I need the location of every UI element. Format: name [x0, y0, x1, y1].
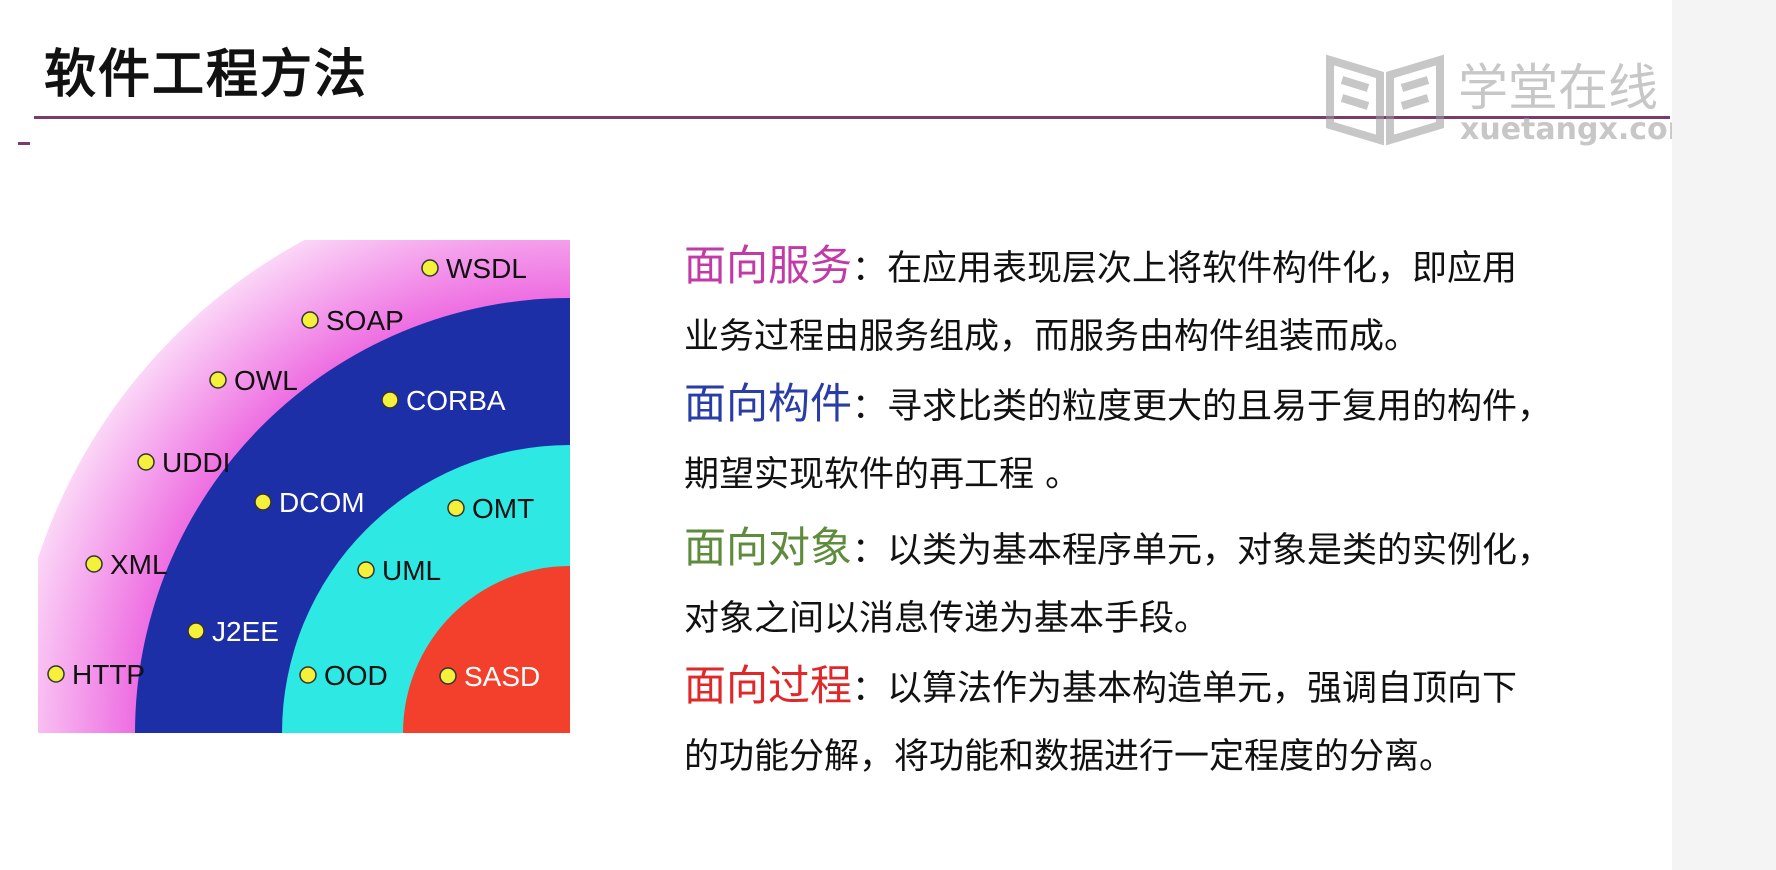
method-service-line1: ：在应用表现层次上将软件构件化，即应用: [852, 249, 1518, 289]
method-component-line2: 期望实现软件的再工程 。: [684, 455, 1081, 495]
method-component-line1: ：寻求比类的粒度更大的且易于复用的构件，: [852, 387, 1553, 427]
bullet-uddi: [137, 453, 155, 471]
label-omt: OMT: [472, 493, 534, 524]
method-process: 面向过程：以算法作为基本构造单元，强调自顶向下 的功能分解，将功能和数据进行一定…: [684, 652, 1674, 791]
method-component: 面向构件：寻求比类的粒度更大的且易于复用的构件， 期望实现软件的再工程 。: [684, 370, 1674, 509]
bullet-omt: [447, 499, 465, 517]
label-wsdl: WSDL: [446, 253, 527, 284]
bullet-sasd: [439, 667, 457, 685]
logo-url: xuetangx.com: [1460, 112, 1672, 147]
diagram-baseline: [38, 733, 650, 737]
bullet-uml: [357, 561, 375, 579]
method-process-line2: 的功能分解，将功能和数据进行一定程度的分离。: [684, 737, 1455, 777]
title-tick-mark: [18, 142, 30, 145]
label-dcom: DCOM: [279, 487, 365, 518]
label-ood: OOD: [324, 660, 388, 691]
method-service: 面向服务：在应用表现层次上将软件构件化，即应用 业务过程由服务组成，而服务由构件…: [684, 232, 1674, 371]
bullet-ood: [299, 666, 317, 684]
bullet-j2ee: [187, 622, 205, 640]
logo-name: 学堂在线: [1458, 59, 1658, 117]
label-corba: CORBA: [406, 385, 506, 416]
label-sasd: SASD: [464, 661, 540, 692]
bullet-wsdl: [421, 259, 439, 277]
method-process-heading: 面向过程: [684, 661, 853, 710]
label-uddi: UDDI: [162, 447, 230, 478]
method-object-line2: 对象之间以消息传递为基本手段。: [684, 599, 1210, 639]
xuetangx-logo: 学堂在线 xuetangx.com: [1320, 40, 1672, 150]
method-process-line1: ：以算法作为基本构造单元，强调自顶向下: [852, 669, 1518, 709]
bullet-http: [47, 665, 65, 683]
method-object-heading: 面向对象: [684, 523, 853, 572]
bullet-soap: [301, 311, 319, 329]
method-service-line2: 业务过程由服务组成，而服务由构件组装而成。: [684, 317, 1420, 357]
method-component-heading: 面向构件: [684, 379, 853, 428]
slide: 软件工程方法 学堂在线 xuetangx.com WSDL SOAP OWL UDDI…: [0, 0, 1776, 870]
software-methods-diagram: WSDL SOAP OWL UDDI XML HTTP CORBA DCOM J2EE OMT UM…: [38, 240, 650, 737]
label-soap: SOAP: [326, 305, 404, 336]
method-service-heading: 面向服务: [684, 241, 853, 290]
label-uml: UML: [382, 555, 441, 586]
method-object-line1: ：以类为基本程序单元，对象是类的实例化，: [852, 531, 1553, 571]
label-xml: XML: [110, 549, 168, 580]
label-owl: OWL: [234, 365, 298, 396]
bullet-owl: [209, 371, 227, 389]
bullet-dcom: [254, 493, 272, 511]
slide-title: 软件工程方法: [44, 45, 369, 105]
bullet-corba: [381, 391, 399, 409]
bullet-xml: [85, 555, 103, 573]
label-http: HTTP: [72, 659, 145, 690]
label-j2ee: J2EE: [212, 616, 279, 647]
method-object: 面向对象：以类为基本程序单元，对象是类的实例化， 对象之间以消息传递为基本手段。: [684, 514, 1674, 653]
right-margin-strip: [1672, 0, 1776, 870]
book-icon: [1326, 54, 1444, 146]
